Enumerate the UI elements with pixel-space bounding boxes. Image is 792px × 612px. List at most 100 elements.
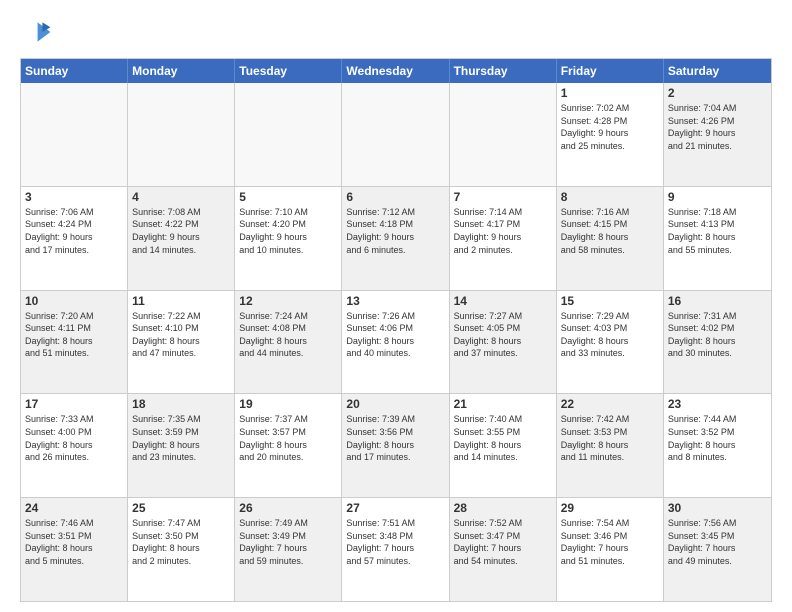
calendar-row-1: 1 Sunrise: 7:02 AM Sunset: 4:28 PM Daylig… <box>21 83 771 187</box>
day-number: 12 <box>239 294 337 308</box>
day-cell-26: 26 Sunrise: 7:49 AM Sunset: 3:49 PM Dayli… <box>235 498 342 601</box>
header-cell-monday: Monday <box>128 59 235 83</box>
day-number: 9 <box>668 190 767 204</box>
day-number: 18 <box>132 397 230 411</box>
day-number: 7 <box>454 190 552 204</box>
header <box>20 16 772 48</box>
day-cell-empty <box>342 83 449 186</box>
logo <box>20 16 56 48</box>
day-number: 25 <box>132 501 230 515</box>
header-cell-thursday: Thursday <box>450 59 557 83</box>
day-cell-21: 21 Sunrise: 7:40 AM Sunset: 3:55 PM Dayli… <box>450 394 557 497</box>
day-number: 23 <box>668 397 767 411</box>
day-cell-25: 25 Sunrise: 7:47 AM Sunset: 3:50 PM Dayli… <box>128 498 235 601</box>
day-info: Sunrise: 7:33 AM Sunset: 4:00 PM Dayligh… <box>25 413 123 463</box>
day-number: 15 <box>561 294 659 308</box>
day-cell-15: 15 Sunrise: 7:29 AM Sunset: 4:03 PM Dayli… <box>557 291 664 394</box>
day-cell-3: 3Sunrise: 7:06 AM Sunset: 4:24 PM Daylig… <box>21 187 128 290</box>
day-cell-8: 8Sunrise: 7:16 AM Sunset: 4:15 PM Daylig… <box>557 187 664 290</box>
day-cell-11: 11Sunrise: 7:22 AM Sunset: 4:10 PM Dayli… <box>128 291 235 394</box>
day-number: 2 <box>668 86 767 100</box>
day-cell-13: 13 Sunrise: 7:26 AM Sunset: 4:06 PM Dayli… <box>342 291 449 394</box>
page: SundayMondayTuesdayWednesdayThursdayFrid… <box>0 0 792 612</box>
day-number: 30 <box>668 501 767 515</box>
day-number: 5 <box>239 190 337 204</box>
day-cell-16: 16 Sunrise: 7:31 AM Sunset: 4:02 PM Dayli… <box>664 291 771 394</box>
day-cell-23: 23 Sunrise: 7:44 AM Sunset: 3:52 PM Dayli… <box>664 394 771 497</box>
day-info: Sunrise: 7:49 AM Sunset: 3:49 PM Dayligh… <box>239 517 337 567</box>
day-info: Sunrise: 7:04 AM Sunset: 4:26 PM Dayligh… <box>668 102 767 152</box>
day-info: Sunrise: 7:22 AM Sunset: 4:10 PM Dayligh… <box>132 310 230 360</box>
day-cell-28: 28 Sunrise: 7:52 AM Sunset: 3:47 PM Dayli… <box>450 498 557 601</box>
day-number: 3 <box>25 190 123 204</box>
day-cell-29: 29Sunrise: 7:54 AM Sunset: 3:46 PM Dayli… <box>557 498 664 601</box>
calendar-row-4: 17 Sunrise: 7:33 AM Sunset: 4:00 PM Dayli… <box>21 394 771 498</box>
day-number: 26 <box>239 501 337 515</box>
day-number: 22 <box>561 397 659 411</box>
day-info: Sunrise: 7:29 AM Sunset: 4:03 PM Dayligh… <box>561 310 659 360</box>
day-cell-22: 22Sunrise: 7:42 AM Sunset: 3:53 PM Dayli… <box>557 394 664 497</box>
header-cell-wednesday: Wednesday <box>342 59 449 83</box>
day-cell-18: 18 Sunrise: 7:35 AM Sunset: 3:59 PM Dayli… <box>128 394 235 497</box>
day-info: Sunrise: 7:54 AM Sunset: 3:46 PM Dayligh… <box>561 517 659 567</box>
day-info: Sunrise: 7:39 AM Sunset: 3:56 PM Dayligh… <box>346 413 444 463</box>
day-number: 16 <box>668 294 767 308</box>
day-number: 24 <box>25 501 123 515</box>
day-cell-empty <box>128 83 235 186</box>
header-cell-saturday: Saturday <box>664 59 771 83</box>
day-number: 21 <box>454 397 552 411</box>
day-number: 28 <box>454 501 552 515</box>
day-cell-19: 19 Sunrise: 7:37 AM Sunset: 3:57 PM Dayli… <box>235 394 342 497</box>
header-cell-sunday: Sunday <box>21 59 128 83</box>
calendar-row-5: 24Sunrise: 7:46 AM Sunset: 3:51 PM Dayli… <box>21 498 771 601</box>
day-cell-5: 5Sunrise: 7:10 AM Sunset: 4:20 PM Daylig… <box>235 187 342 290</box>
day-cell-24: 24Sunrise: 7:46 AM Sunset: 3:51 PM Dayli… <box>21 498 128 601</box>
day-number: 6 <box>346 190 444 204</box>
day-info: Sunrise: 7:47 AM Sunset: 3:50 PM Dayligh… <box>132 517 230 567</box>
day-cell-1: 1 Sunrise: 7:02 AM Sunset: 4:28 PM Daylig… <box>557 83 664 186</box>
logo-icon <box>20 16 52 48</box>
day-info: Sunrise: 7:56 AM Sunset: 3:45 PM Dayligh… <box>668 517 767 567</box>
day-cell-30: 30 Sunrise: 7:56 AM Sunset: 3:45 PM Dayli… <box>664 498 771 601</box>
day-info: Sunrise: 7:26 AM Sunset: 4:06 PM Dayligh… <box>346 310 444 360</box>
calendar: SundayMondayTuesdayWednesdayThursdayFrid… <box>20 58 772 602</box>
day-cell-10: 10 Sunrise: 7:20 AM Sunset: 4:11 PM Dayli… <box>21 291 128 394</box>
day-number: 10 <box>25 294 123 308</box>
day-info: Sunrise: 7:02 AM Sunset: 4:28 PM Dayligh… <box>561 102 659 152</box>
day-number: 20 <box>346 397 444 411</box>
day-info: Sunrise: 7:40 AM Sunset: 3:55 PM Dayligh… <box>454 413 552 463</box>
calendar-body: 1 Sunrise: 7:02 AM Sunset: 4:28 PM Daylig… <box>21 83 771 601</box>
day-cell-2: 2 Sunrise: 7:04 AM Sunset: 4:26 PM Daylig… <box>664 83 771 186</box>
day-cell-27: 27 Sunrise: 7:51 AM Sunset: 3:48 PM Dayli… <box>342 498 449 601</box>
header-cell-friday: Friday <box>557 59 664 83</box>
day-info: Sunrise: 7:24 AM Sunset: 4:08 PM Dayligh… <box>239 310 337 360</box>
day-cell-6: 6 Sunrise: 7:12 AM Sunset: 4:18 PM Daylig… <box>342 187 449 290</box>
day-info: Sunrise: 7:14 AM Sunset: 4:17 PM Dayligh… <box>454 206 552 256</box>
day-cell-7: 7 Sunrise: 7:14 AM Sunset: 4:17 PM Daylig… <box>450 187 557 290</box>
calendar-row-2: 3Sunrise: 7:06 AM Sunset: 4:24 PM Daylig… <box>21 187 771 291</box>
day-cell-4: 4Sunrise: 7:08 AM Sunset: 4:22 PM Daylig… <box>128 187 235 290</box>
calendar-header: SundayMondayTuesdayWednesdayThursdayFrid… <box>21 59 771 83</box>
day-cell-empty <box>21 83 128 186</box>
day-number: 13 <box>346 294 444 308</box>
day-info: Sunrise: 7:51 AM Sunset: 3:48 PM Dayligh… <box>346 517 444 567</box>
day-cell-9: 9Sunrise: 7:18 AM Sunset: 4:13 PM Daylig… <box>664 187 771 290</box>
day-info: Sunrise: 7:52 AM Sunset: 3:47 PM Dayligh… <box>454 517 552 567</box>
day-info: Sunrise: 7:31 AM Sunset: 4:02 PM Dayligh… <box>668 310 767 360</box>
day-info: Sunrise: 7:08 AM Sunset: 4:22 PM Dayligh… <box>132 206 230 256</box>
day-info: Sunrise: 7:35 AM Sunset: 3:59 PM Dayligh… <box>132 413 230 463</box>
day-number: 14 <box>454 294 552 308</box>
day-cell-14: 14Sunrise: 7:27 AM Sunset: 4:05 PM Dayli… <box>450 291 557 394</box>
day-info: Sunrise: 7:12 AM Sunset: 4:18 PM Dayligh… <box>346 206 444 256</box>
day-info: Sunrise: 7:37 AM Sunset: 3:57 PM Dayligh… <box>239 413 337 463</box>
day-info: Sunrise: 7:20 AM Sunset: 4:11 PM Dayligh… <box>25 310 123 360</box>
day-number: 19 <box>239 397 337 411</box>
day-info: Sunrise: 7:16 AM Sunset: 4:15 PM Dayligh… <box>561 206 659 256</box>
calendar-row-3: 10 Sunrise: 7:20 AM Sunset: 4:11 PM Dayli… <box>21 291 771 395</box>
header-cell-tuesday: Tuesday <box>235 59 342 83</box>
day-info: Sunrise: 7:44 AM Sunset: 3:52 PM Dayligh… <box>668 413 767 463</box>
day-cell-empty <box>235 83 342 186</box>
day-number: 1 <box>561 86 659 100</box>
day-number: 17 <box>25 397 123 411</box>
day-number: 27 <box>346 501 444 515</box>
